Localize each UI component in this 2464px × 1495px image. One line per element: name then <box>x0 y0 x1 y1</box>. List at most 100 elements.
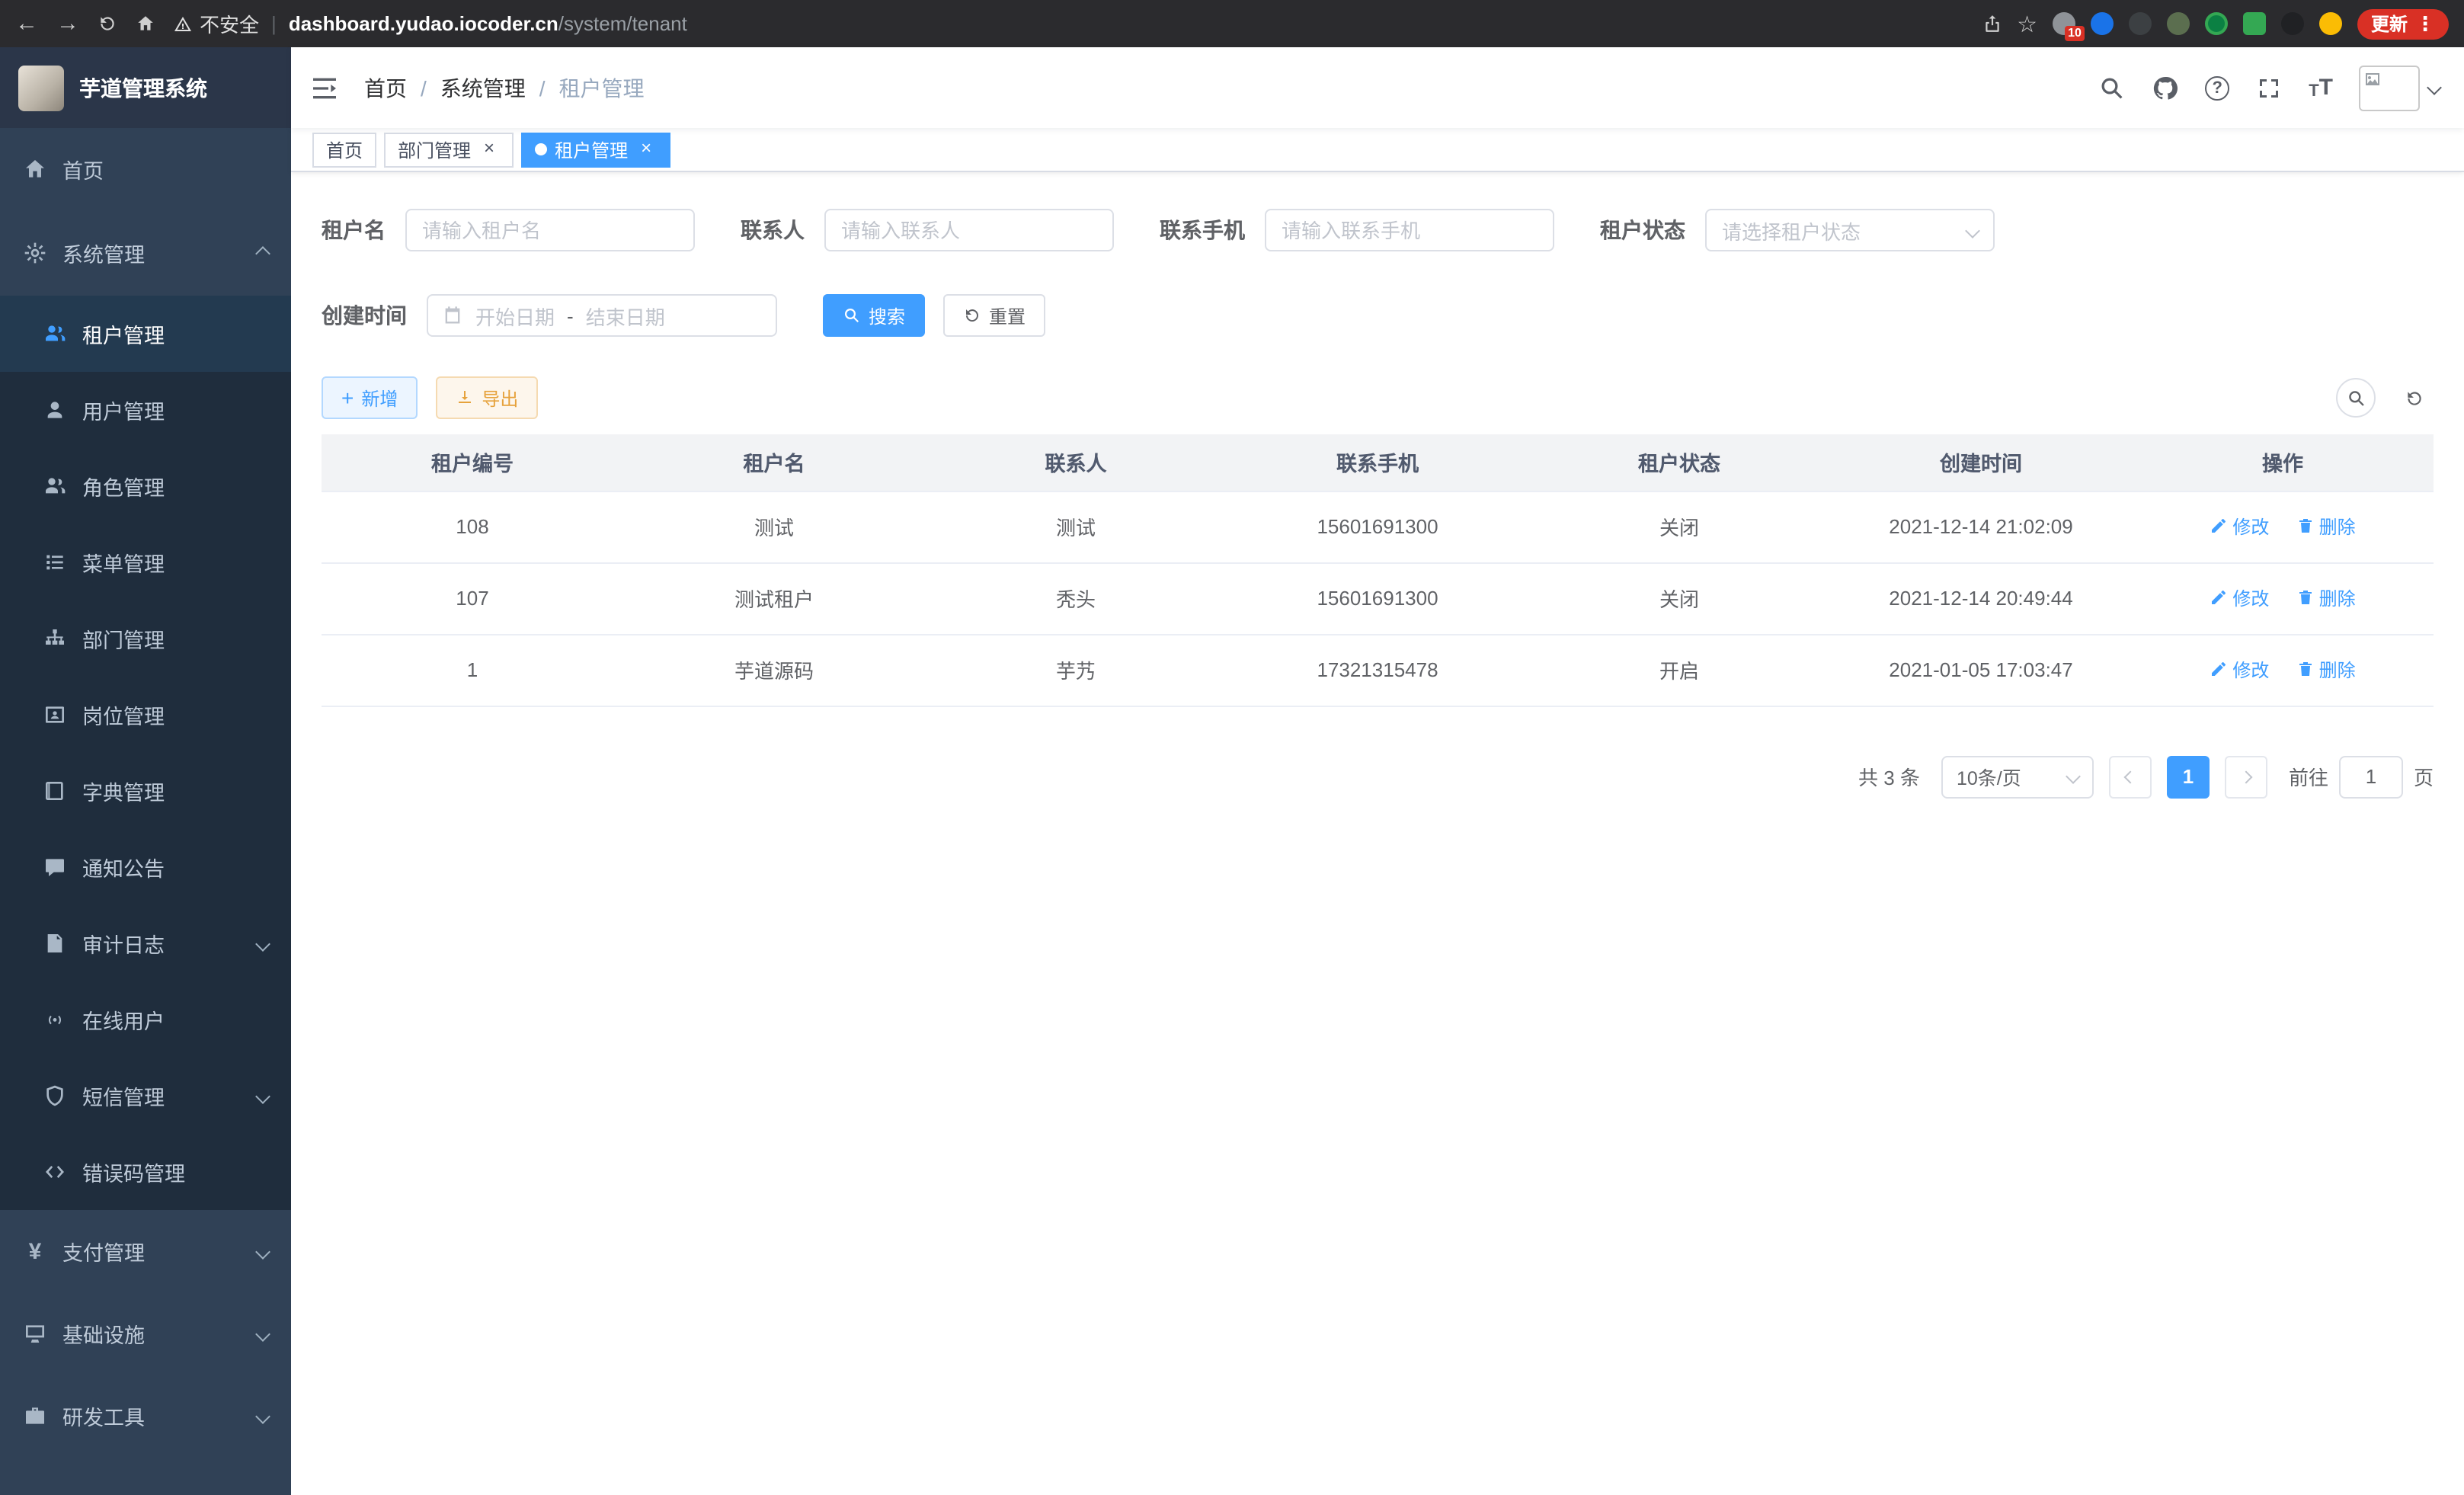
sidebar-item-audit-log[interactable]: 审计日志 <box>0 905 291 981</box>
calendar-icon <box>442 305 463 326</box>
search-button[interactable]: 搜索 <box>823 294 925 337</box>
sidebar-item-label: 通知公告 <box>82 852 165 882</box>
sidebar-item-label: 基础设施 <box>62 1318 145 1349</box>
sidebar-item-label: 角色管理 <box>82 471 165 501</box>
extension-icon-7[interactable] <box>2281 12 2304 35</box>
page-size-select[interactable]: 10条/页 <box>1941 755 2094 798</box>
delete-link[interactable]: 删除 <box>2296 585 2356 611</box>
sidebar-item-label: 菜单管理 <box>82 547 165 578</box>
app-layout: 芋道管理系统 首页 系统管理 租户管理 用户管理 角色管理 <box>0 47 2464 1495</box>
delete-link[interactable]: 删除 <box>2296 657 2356 683</box>
page-number-1[interactable]: 1 <box>2167 755 2210 798</box>
sidebar-item-devtools[interactable]: 研发工具 <box>0 1375 291 1457</box>
chevron-up-icon <box>255 245 270 261</box>
tenant-icon <box>43 322 67 346</box>
forward-icon[interactable]: → <box>56 11 79 37</box>
sidebar-item-notice[interactable]: 通知公告 <box>0 829 291 905</box>
hamburger-icon[interactable] <box>309 72 340 103</box>
address-bar[interactable]: 不安全 | dashboard.yudao.iocoder.cn/system/… <box>174 9 1963 38</box>
sidebar-item-tenant[interactable]: 租户管理 <box>0 296 291 372</box>
extension-icon-1[interactable]: 10 <box>2053 12 2075 35</box>
sidebar-item-payment[interactable]: ¥ 支付管理 <box>0 1210 291 1292</box>
security-chip[interactable]: 不安全 <box>174 9 259 38</box>
browser-toolbar: ← → 不安全 | dashboard.yudao.iocoder.cn/sys… <box>0 0 2464 47</box>
sidebar-item-dept[interactable]: 部门管理 <box>0 600 291 677</box>
extension-icon-6[interactable] <box>2243 12 2266 35</box>
sidebar-item-sms[interactable]: 短信管理 <box>0 1058 291 1134</box>
code-icon <box>43 1160 67 1184</box>
sidebar-item-post[interactable]: 岗位管理 <box>0 677 291 753</box>
extension-badge: 10 <box>2065 26 2085 41</box>
active-dot <box>535 143 547 155</box>
search-button-label: 搜索 <box>869 303 905 328</box>
github-icon[interactable] <box>2152 74 2179 101</box>
delete-link[interactable]: 删除 <box>2296 514 2356 539</box>
sidebar-item-label: 系统管理 <box>62 238 145 268</box>
breadcrumb-separator: / <box>539 75 546 100</box>
sidebar-item-user[interactable]: 用户管理 <box>0 372 291 448</box>
refresh-table-button[interactable] <box>2394 378 2434 418</box>
edit-link[interactable]: 修改 <box>2210 657 2269 683</box>
phone-input[interactable] <box>1282 219 1538 242</box>
cell-status: 关闭 <box>1528 562 1830 634</box>
close-icon[interactable]: × <box>635 139 657 160</box>
edit-link[interactable]: 修改 <box>2210 585 2269 611</box>
contact-input-wrap <box>824 209 1114 251</box>
tenant-name-input[interactable] <box>422 219 678 242</box>
trash-icon <box>2296 589 2315 607</box>
export-button[interactable]: 导出 <box>436 376 538 419</box>
edit-link[interactable]: 修改 <box>2210 514 2269 539</box>
user-icon <box>43 398 67 422</box>
cell-contact: 秃头 <box>925 562 1227 634</box>
tab-dept[interactable]: 部门管理 × <box>384 132 514 167</box>
prev-page-button[interactable] <box>2109 755 2152 798</box>
tab-tenant[interactable]: 租户管理 × <box>521 132 670 167</box>
extension-icon-4[interactable] <box>2167 12 2190 35</box>
url-text[interactable]: dashboard.yudao.iocoder.cn/system/tenant <box>289 12 687 35</box>
search-icon[interactable] <box>2098 74 2126 101</box>
hide-search-button[interactable] <box>2336 378 2376 418</box>
sidebar: 芋道管理系统 首页 系统管理 租户管理 用户管理 角色管理 <box>0 47 291 1495</box>
date-range-picker[interactable]: 开始日期 - 结束日期 <box>427 294 777 337</box>
sidebar-item-dict[interactable]: 字典管理 <box>0 753 291 829</box>
bookmark-star-icon[interactable]: ☆ <box>2017 10 2037 37</box>
next-page-button[interactable] <box>2225 755 2267 798</box>
sidebar-item-label: 支付管理 <box>62 1236 145 1266</box>
sidebar-item-label: 首页 <box>62 154 104 184</box>
breadcrumb-home[interactable]: 首页 <box>364 72 407 103</box>
filter-row-1: 租户名 联系人 联系手机 <box>322 209 2434 251</box>
help-icon[interactable]: ? <box>2205 75 2229 100</box>
extension-icon-5[interactable] <box>2205 12 2228 35</box>
contact-input[interactable] <box>841 219 1097 242</box>
sidebar-item-menu[interactable]: 菜单管理 <box>0 524 291 600</box>
chevron-down-icon <box>255 1244 270 1259</box>
sidebar-item-infra[interactable]: 基础设施 <box>0 1292 291 1375</box>
font-size-icon[interactable]: TT <box>2309 75 2333 101</box>
extension-icon-3[interactable] <box>2129 12 2152 35</box>
fullscreen-icon[interactable] <box>2255 74 2283 101</box>
app-title: 芋道管理系统 <box>79 72 207 103</box>
sidebar-item-online-user[interactable]: 在线用户 <box>0 981 291 1058</box>
sidebar-item-system[interactable]: 系统管理 <box>0 210 291 296</box>
add-button[interactable]: + 新增 <box>322 376 418 419</box>
status-select[interactable]: 请选择租户状态 <box>1705 209 1995 251</box>
extension-icon-2[interactable] <box>2091 12 2114 35</box>
back-icon[interactable]: ← <box>15 11 38 37</box>
home-browser-icon[interactable] <box>136 14 155 34</box>
close-icon[interactable]: × <box>478 139 500 160</box>
reset-button[interactable]: 重置 <box>943 294 1045 337</box>
update-button[interactable]: 更新 ⋮ <box>2357 8 2449 39</box>
user-menu[interactable] <box>2359 65 2440 110</box>
goto-page-input[interactable] <box>2339 755 2403 798</box>
sidebar-item-role[interactable]: 角色管理 <box>0 448 291 524</box>
tab-home[interactable]: 首页 <box>312 132 376 167</box>
sidebar-item-home[interactable]: 首页 <box>0 128 291 210</box>
share-icon[interactable] <box>1982 14 2002 34</box>
breadcrumb-system[interactable]: 系统管理 <box>440 72 526 103</box>
reload-icon[interactable] <box>98 14 117 34</box>
screen: ← → 不安全 | dashboard.yudao.iocoder.cn/sys… <box>0 0 2464 1495</box>
app-logo[interactable]: 芋道管理系统 <box>0 47 291 128</box>
extension-icon-8[interactable] <box>2319 12 2342 35</box>
sidebar-item-error-code[interactable]: 错误码管理 <box>0 1134 291 1210</box>
chevron-left-icon <box>2123 770 2136 783</box>
